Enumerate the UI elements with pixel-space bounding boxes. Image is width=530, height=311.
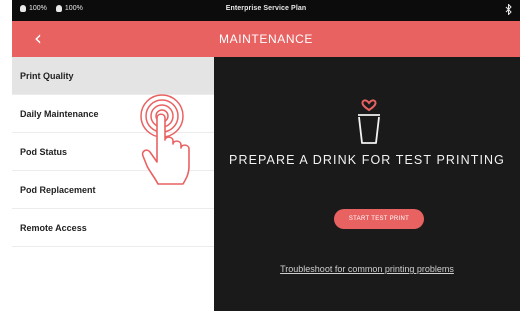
sidebar-item-label: Daily Maintenance <box>20 108 99 119</box>
sidebar-item-label: Pod Status <box>20 146 68 157</box>
sidebar-item-print-quality[interactable]: Print Quality <box>12 57 214 95</box>
status-bar-title: Enterprise Service Plan <box>225 5 307 12</box>
sidebar-item-label: Print Quality <box>20 70 74 81</box>
troubleshoot-link[interactable]: Troubleshoot for common printing problem… <box>214 264 520 274</box>
cup-with-heart-icon <box>358 99 380 144</box>
sidebar-item-pod-replacement[interactable]: Pod Replacement <box>12 171 214 209</box>
app-window: 100% 100% Enterprise Service Plan ‹ MAIN… <box>12 0 520 311</box>
main-panel: PREPARE A DRINK FOR TEST PRINTING START … <box>214 57 520 311</box>
sidebar-item-pod-status[interactable]: Pod Status <box>12 133 214 171</box>
sidebar-item-label: Pod Replacement <box>20 184 96 195</box>
page-title: MAINTENANCE <box>219 32 313 46</box>
sidebar-item-label: Remote Access <box>20 222 87 233</box>
header-bar: ‹ MAINTENANCE <box>12 21 520 57</box>
bluetooth-icon <box>505 3 512 17</box>
sidebar: Print Quality Daily Maintenance Pod Stat… <box>12 57 214 311</box>
sidebar-item-remote-access[interactable]: Remote Access <box>12 209 214 247</box>
prompt-title: PREPARE A DRINK FOR TEST PRINTING <box>229 153 505 167</box>
sidebar-item-daily-maintenance[interactable]: Daily Maintenance <box>12 95 214 133</box>
start-test-print-button[interactable]: START TEST PRINT <box>334 209 424 229</box>
status-bar: 100% 100% Enterprise Service Plan <box>12 0 520 21</box>
